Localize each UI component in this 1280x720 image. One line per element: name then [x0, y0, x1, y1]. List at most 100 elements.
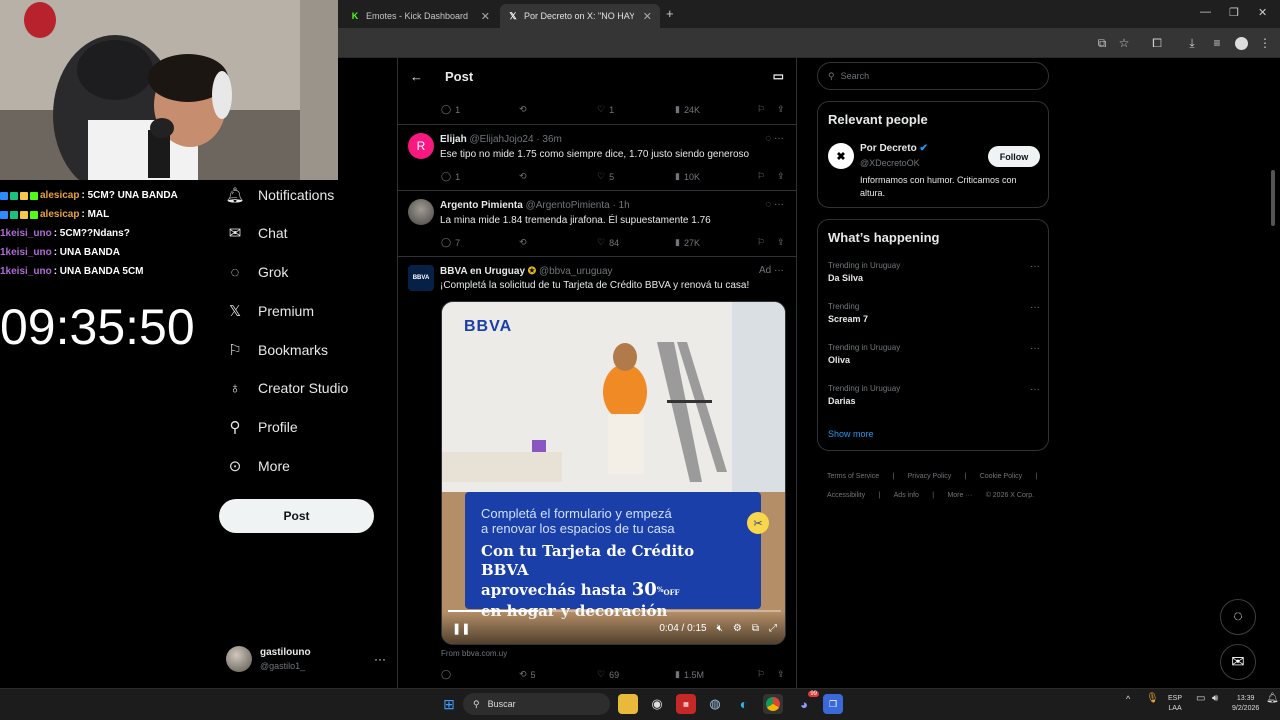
person-name[interactable]: Por Decreto ✔ [860, 143, 928, 154]
reply-button[interactable]: ◯ [441, 669, 519, 680]
bookmark-button[interactable]: ⚐ [757, 171, 777, 182]
restore-button[interactable]: ❐ [1229, 6, 1239, 19]
nav-premium[interactable]: 𝕏 Premium [226, 296, 314, 326]
reply-button[interactable]: ◯ 1 [441, 104, 519, 115]
fullscreen-icon[interactable]: ⤢ [769, 623, 777, 634]
messages-fab-icon[interactable]: ✉︎ [1220, 644, 1256, 680]
app-icon[interactable]: ❐ [823, 694, 843, 714]
account-switcher[interactable]: gastilouno @gastilo1_ ··· [226, 643, 386, 675]
new-tab-button[interactable]: + [666, 6, 674, 21]
tweet-author[interactable]: Elijah @ElijahJojo24 · 36m [440, 134, 562, 145]
install-app-icon[interactable]: ⧉ [1094, 35, 1110, 51]
chevron-up-icon[interactable]: ^ [1126, 694, 1130, 704]
follow-button[interactable]: Follow [988, 146, 1040, 167]
nav-creator-studio[interactable]: ♁ Creator Studio [226, 373, 348, 403]
views-button[interactable]: ▮ 1.5M [675, 669, 757, 680]
avatar[interactable]: ✖ [828, 143, 854, 169]
bookmark-button[interactable]: ⚐ [757, 237, 777, 248]
windows-start-icon[interactable]: ⊞ [439, 694, 459, 714]
more-icon[interactable]: ◌ ··· [765, 199, 784, 210]
volume-icon[interactable]: 🔊︎ [1212, 694, 1218, 704]
avatar[interactable] [408, 199, 434, 225]
avatar[interactable]: BBVA [408, 265, 434, 291]
like-button[interactable]: ♡ 69 [597, 669, 675, 680]
settings-icon[interactable]: ⚙ [733, 623, 742, 634]
file-explorer-icon[interactable] [618, 694, 638, 714]
share-button[interactable]: ⇪ [777, 237, 785, 248]
like-button[interactable]: ♡ 84 [597, 237, 675, 248]
reply-button[interactable]: ◯ 1 [441, 171, 519, 182]
show-more-link[interactable]: Show more [828, 429, 874, 439]
footer-link[interactable]: More ··· [947, 492, 972, 499]
steam-icon[interactable]: ◍ [705, 694, 725, 714]
microphone-icon[interactable]: 🎙︎ [1146, 694, 1159, 704]
grok-fab-icon[interactable]: ◌ [1220, 599, 1256, 635]
tab-kick-dashboard[interactable]: K Emotes - Kick Dashboard ✕ [342, 4, 498, 28]
reply-button[interactable]: ◯ 7 [441, 237, 519, 248]
close-icon[interactable]: ✕ [643, 10, 652, 23]
footer-link[interactable]: Terms of Service [827, 473, 879, 480]
scrollbar-thumb[interactable] [1271, 170, 1275, 226]
close-icon[interactable]: ✕ [481, 10, 490, 23]
tweet-author[interactable]: BBVA en Uruguay ✪ @bbva_uruguay [440, 266, 613, 277]
language-indicator[interactable]: ESP LAA [1168, 694, 1182, 714]
tweet[interactable]: Argento Pimienta @ArgentoPimienta · 1h ◌… [398, 191, 796, 257]
tweet-author[interactable]: Argento Pimienta @ArgentoPimienta · 1h [440, 200, 630, 211]
reader-icon[interactable]: ▭ [773, 69, 784, 83]
repost-button[interactable]: ⟲ [519, 237, 597, 248]
nav-notifications[interactable]: 🔔︎ Notifications [225, 180, 334, 210]
footer-link[interactable]: Ads info [894, 492, 919, 499]
avatar[interactable]: R [408, 133, 434, 159]
nav-grok[interactable]: ◌ Grok [226, 257, 289, 287]
views-button[interactable]: ▮ 27K [675, 237, 757, 248]
footer-link[interactable]: Cookie Policy [980, 473, 1022, 480]
bookmark-button[interactable]: ⚐ [757, 669, 777, 680]
trend-item[interactable]: Trending Scream 7 ··· [828, 302, 1040, 324]
bookmark-button[interactable]: ⚐ [757, 104, 777, 115]
taskbar-search[interactable]: ⚲ Buscar [463, 693, 610, 715]
tweet[interactable]: R Elijah @ElijahJojo24 · 36m ◌ ··· Ese t… [398, 125, 796, 191]
repost-button[interactable]: ⟲ [519, 104, 597, 115]
media-control-icon[interactable]: ≡ [1209, 35, 1225, 51]
like-button[interactable]: ♡ 5 [597, 171, 675, 182]
clock[interactable]: 13:39 9/2/2026 [1232, 694, 1259, 714]
repost-button[interactable]: ⟲ 5 [519, 669, 597, 680]
nav-more[interactable]: ⊙ More [226, 451, 290, 481]
chrome-icon[interactable] [763, 694, 783, 714]
views-button[interactable]: ▮ 10K [675, 171, 757, 182]
pip-icon[interactable]: ⧉ [752, 623, 759, 634]
share-button[interactable]: ⇪ [777, 669, 785, 680]
close-window-button[interactable]: ✕ [1258, 6, 1267, 19]
share-button[interactable]: ⇪ [777, 104, 785, 115]
edge-icon[interactable]: ◐ [734, 694, 754, 714]
back-arrow-icon[interactable]: ← [410, 69, 423, 84]
post-button[interactable]: Post [219, 499, 374, 533]
download-icon[interactable]: ⤓ [1184, 35, 1200, 51]
trend-item[interactable]: Trending in Uruguay Da Silva ··· [828, 261, 1040, 283]
mute-icon[interactable]: 🔇︎ [717, 623, 723, 634]
repost-button[interactable]: ⟲ [519, 171, 597, 182]
profile-icon[interactable] [1233, 35, 1249, 51]
share-button[interactable]: ⇪ [777, 171, 785, 182]
footer-link[interactable]: Accessibility [827, 492, 865, 499]
obs-icon[interactable]: ◉ [647, 694, 667, 714]
ad-video[interactable]: BBVA Completá el formulario y empezá a r… [441, 301, 786, 645]
discord-icon[interactable]: ◕ 99 [794, 691, 819, 714]
trend-item[interactable]: Trending in Uruguay Darias ··· [828, 384, 1040, 406]
footer-link[interactable]: Privacy Policy [908, 473, 952, 480]
notification-bell-icon[interactable]: 🔔︎ [1266, 694, 1279, 704]
browser-menu-icon[interactable]: ⋮ [1257, 35, 1273, 51]
app-icon[interactable]: ▦ [676, 694, 696, 714]
nav-bookmarks[interactable]: ⚐ Bookmarks [226, 335, 328, 365]
extensions-icon[interactable]: ⧠ [1149, 35, 1165, 51]
views-button[interactable]: ▮ 24K [675, 104, 757, 115]
page-scrollbar[interactable] [1269, 60, 1277, 688]
nav-profile[interactable]: ⚲ Profile [226, 412, 298, 442]
trend-item[interactable]: Trending in Uruguay Oliva ··· [828, 343, 1040, 365]
minimize-button[interactable]: — [1200, 6, 1211, 18]
pause-icon[interactable]: ❚❚ [452, 622, 470, 635]
more-icon[interactable]: ◌ ··· [765, 133, 784, 144]
search-input[interactable]: ⚲ Search [817, 62, 1049, 90]
bookmark-star-icon[interactable]: ☆ [1116, 35, 1132, 51]
tab-x-post[interactable]: 𝕏 Por Decreto on X: "NO HAY TA ✕ [500, 4, 660, 28]
